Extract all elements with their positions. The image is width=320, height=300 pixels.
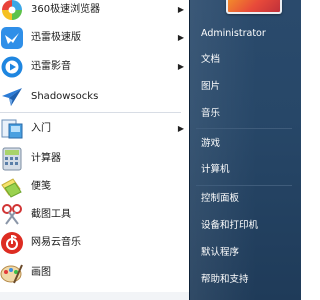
- nav-item-default-programs[interactable]: 默认程序: [201, 243, 239, 263]
- submenu-arrow-icon: ▶: [177, 124, 184, 133]
- program-label: 截图工具: [31, 209, 71, 220]
- nav-item-help-support[interactable]: 帮助和支持: [201, 270, 249, 290]
- program-label: 360极速浏览器: [31, 4, 101, 15]
- nav-item-games[interactable]: 游戏: [201, 134, 220, 154]
- nav-item-pictures[interactable]: 图片: [201, 77, 220, 97]
- nav-item-computer[interactable]: 计算机: [201, 160, 230, 180]
- calculator-icon: [0, 147, 24, 171]
- program-item-thunder-player[interactable]: 迅雷影音 ▶: [0, 55, 189, 79]
- program-item-netease-music[interactable]: 网易云音乐: [0, 231, 189, 255]
- submenu-arrow-icon: ▶: [177, 5, 184, 14]
- getting-started-icon: [0, 117, 24, 141]
- program-label: 便笺: [31, 181, 51, 192]
- paint-icon: [0, 261, 24, 285]
- snipping-tool-icon: [0, 203, 24, 227]
- program-item-snipping-tool[interactable]: 截图工具: [0, 203, 189, 227]
- nav-item-music[interactable]: 音乐: [201, 104, 220, 124]
- user-avatar[interactable]: [226, 0, 282, 14]
- program-label: 迅雷影音: [31, 61, 71, 72]
- netease-music-icon: [0, 231, 24, 255]
- submenu-arrow-icon: ▶: [177, 33, 184, 42]
- nav-separator: [196, 185, 292, 186]
- program-item-getting-started[interactable]: 入门 ▶: [0, 117, 189, 141]
- 360-browser-icon: [0, 0, 24, 22]
- sticky-notes-icon: [0, 175, 24, 199]
- nav-item-devices-printers[interactable]: 设备和打印机: [201, 216, 258, 236]
- list-divider: [0, 112, 181, 113]
- submenu-arrow-icon: ▶: [177, 62, 184, 71]
- nav-item-control-panel[interactable]: 控制面板: [201, 189, 239, 209]
- program-list: 360极速浏览器 ▶ 迅雷极速版 ▶ 迅雷影音 ▶ Shadowsocks 入门…: [0, 0, 189, 300]
- program-item-thunder[interactable]: 迅雷极速版 ▶: [0, 26, 189, 50]
- program-item-shadowsocks[interactable]: Shadowsocks: [0, 85, 189, 109]
- thunder-player-icon: [0, 55, 24, 79]
- thunder-icon: [0, 26, 24, 50]
- program-label: 迅雷极速版: [31, 32, 81, 43]
- program-item-sticky-notes[interactable]: 便笺: [0, 175, 189, 199]
- program-item-paint[interactable]: 画图: [0, 261, 189, 285]
- shadowsocks-icon: [0, 85, 24, 109]
- program-label: 计算器: [31, 153, 61, 164]
- program-item-360-browser[interactable]: 360极速浏览器 ▶: [0, 0, 189, 22]
- program-label: 网易云音乐: [31, 237, 81, 248]
- program-label: 入门: [31, 123, 51, 134]
- program-label: Shadowsocks: [31, 91, 99, 102]
- nav-item-administrator[interactable]: Administrator: [201, 24, 266, 44]
- all-programs-strip: [0, 292, 189, 300]
- nav-separator: [196, 128, 292, 129]
- program-item-calculator[interactable]: 计算器: [0, 147, 189, 171]
- nav-item-documents[interactable]: 文档: [201, 50, 220, 70]
- program-label: 画图: [31, 267, 51, 278]
